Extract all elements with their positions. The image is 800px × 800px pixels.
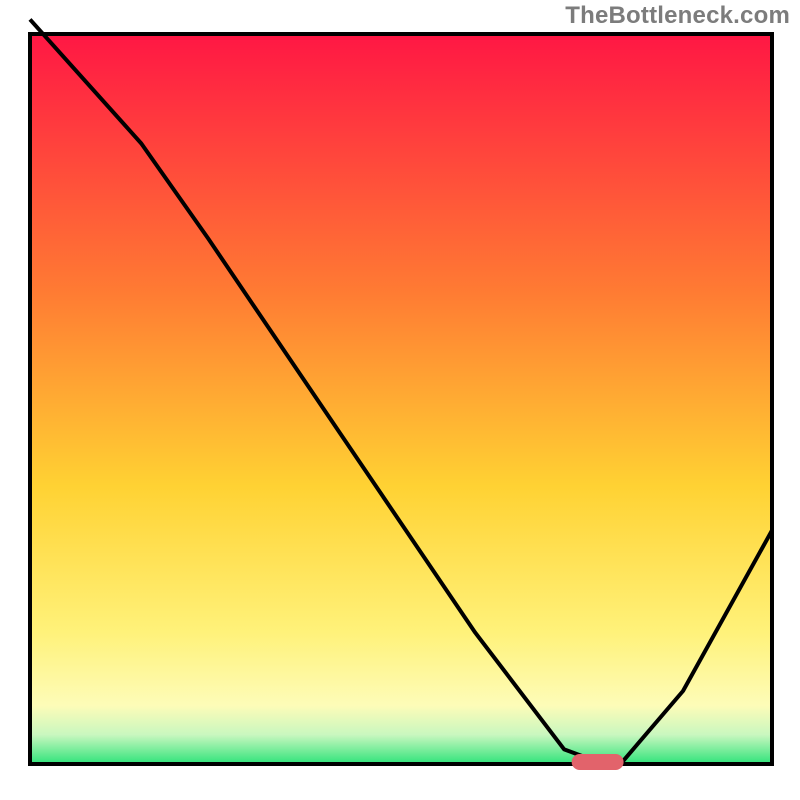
chart-container: TheBottleneck.com	[0, 0, 800, 800]
optimal-marker	[572, 754, 624, 770]
bottleneck-chart	[0, 0, 800, 800]
